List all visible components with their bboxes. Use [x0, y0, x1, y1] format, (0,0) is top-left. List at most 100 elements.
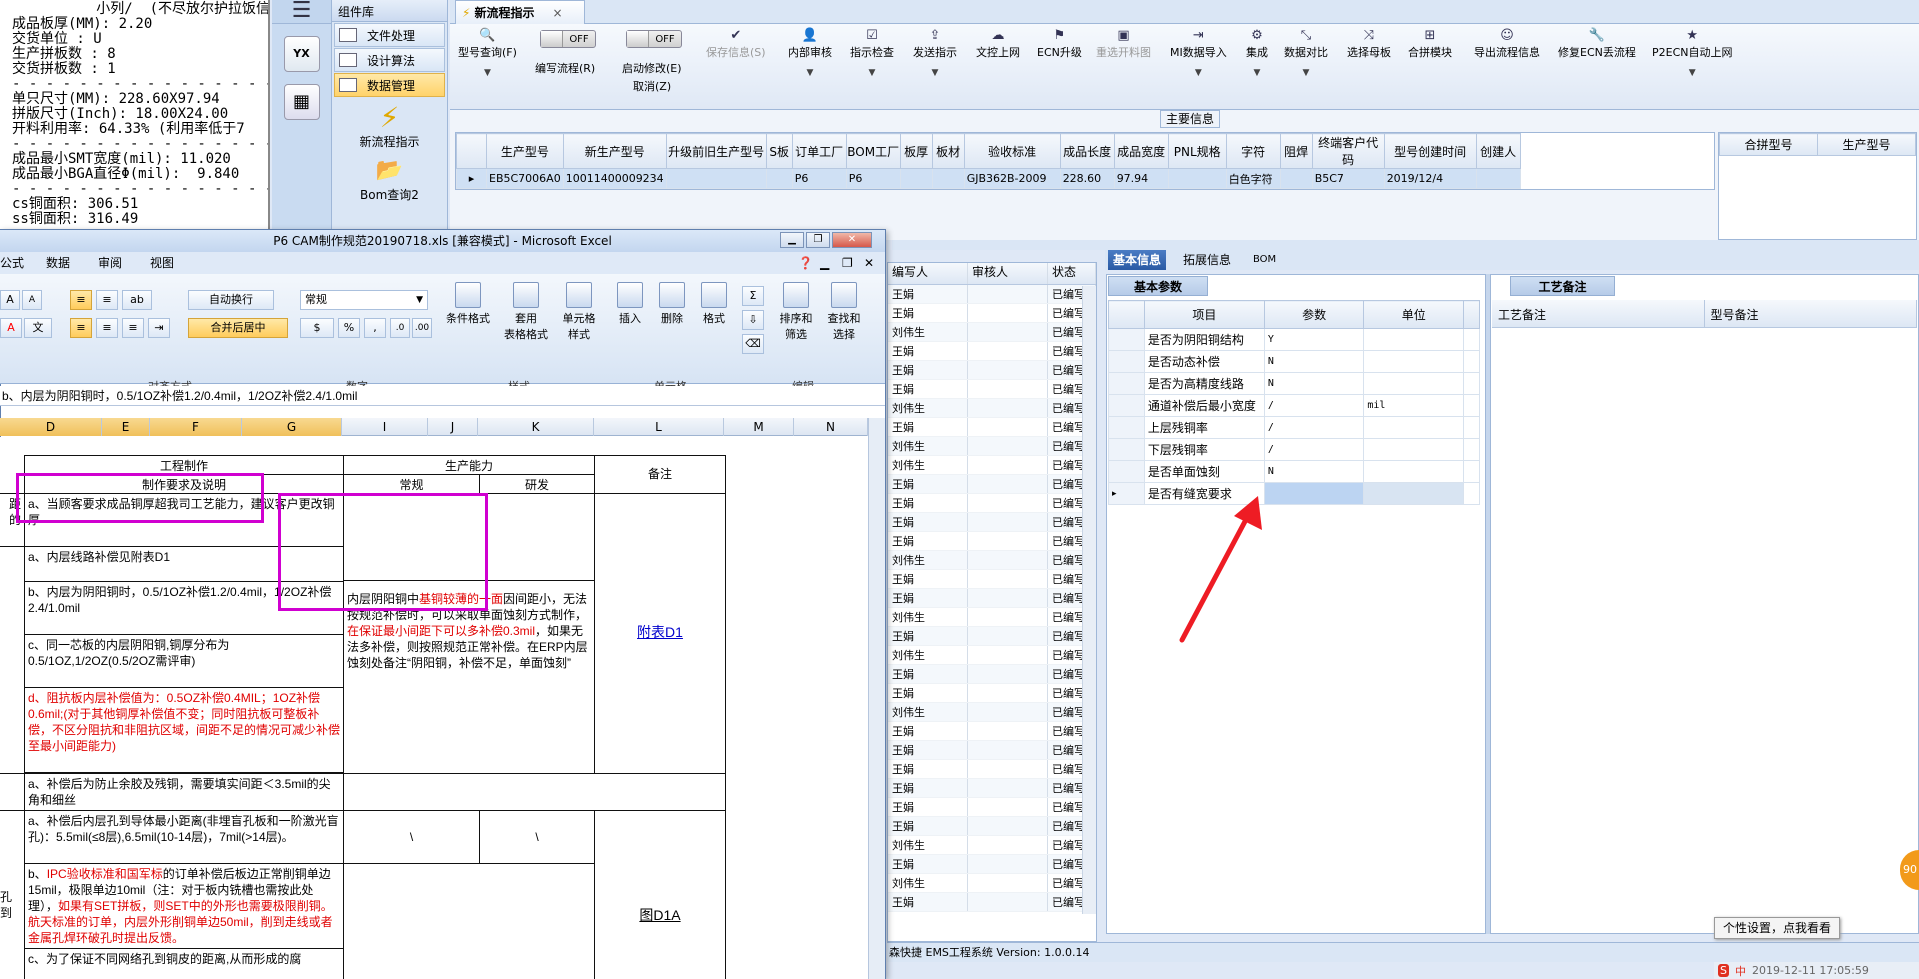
param-unit-cell[interactable]: mil — [1363, 394, 1465, 417]
list-item[interactable]: 王娟 已编写 — [888, 475, 1096, 494]
list-item[interactable]: 刘伟生 已编写 — [888, 608, 1096, 627]
tab-new-process[interactable]: ⚡ 新流程指示 × — [455, 0, 585, 24]
sort-filter-button[interactable]: 排序和 筛选 — [774, 282, 818, 342]
close-tab-icon[interactable]: × — [552, 6, 562, 20]
mi-data-import-button[interactable]: ⇥ MI数据导入 ▼ — [1170, 28, 1227, 78]
main-info-column-header[interactable]: 板厚 — [899, 133, 933, 169]
param-item-cell[interactable]: 是否为高精度线路 — [1143, 372, 1265, 395]
format-button[interactable]: 格式 — [694, 282, 734, 326]
calculator-icon[interactable]: ▦ — [283, 84, 320, 120]
cell-d2[interactable]: d、阻抗板内层补偿值为：0.5OZ补偿0.4MIL；1OZ补偿0.6mil;(对… — [24, 687, 344, 773]
table-row[interactable]: 上层残铜率 / — [1108, 416, 1480, 439]
main-info-column-header[interactable]: 升级前旧生产型号 — [665, 133, 767, 169]
main-info-cell[interactable]: P6 — [845, 168, 901, 189]
align-right-button[interactable]: ≡ — [122, 318, 144, 338]
close-icon[interactable]: ✕ — [832, 232, 872, 248]
main-info-cell[interactable] — [931, 168, 965, 189]
param-value-cell[interactable]: N — [1263, 460, 1365, 483]
table-row[interactable]: 是否动态补偿 N — [1108, 350, 1480, 373]
cell-a3-capacity[interactable] — [343, 773, 726, 811]
chevron-down-icon[interactable]: ▼ — [788, 68, 832, 78]
menu-design-algorithm[interactable]: 设计算法 — [334, 48, 445, 72]
table-format-button[interactable]: 套用 表格格式 — [500, 282, 552, 342]
formula-bar[interactable]: b、内层为阴阳铜时，0.5/1OZ补偿1.2/0.4mil，1/2OZ补偿2.4… — [0, 386, 885, 406]
fill-icon[interactable]: ⇩ — [742, 310, 764, 330]
list-item[interactable]: 王娟 已编写 — [888, 684, 1096, 703]
param-value-cell[interactable]: N — [1263, 372, 1365, 395]
export-process-info-button[interactable]: ☺ 导出流程信息 — [1474, 28, 1540, 60]
yx-tool-icon[interactable]: YX — [283, 36, 320, 72]
main-info-column-header[interactable]: 订单工厂 — [791, 133, 847, 169]
param-item-cell[interactable]: 是否单面蚀刻 — [1143, 460, 1265, 483]
chevron-down-icon[interactable]: ▼ — [850, 68, 894, 78]
list-item[interactable]: 王娟 已编写 — [888, 798, 1096, 817]
list-item[interactable]: 刘伟生 已编写 — [888, 646, 1096, 665]
send-instruction-button[interactable]: ⇪ 发送指示 ▼ — [913, 28, 957, 78]
main-info-column-header[interactable]: 阻焊 — [1279, 133, 1313, 169]
ribbon-minimize-icon[interactable]: ▁ — [820, 252, 829, 274]
column-m-header[interactable]: M — [724, 418, 794, 436]
indent-button[interactable]: ⇥ — [148, 318, 170, 338]
param-unit-cell[interactable] — [1363, 416, 1465, 439]
column-d-header[interactable]: D — [0, 418, 102, 436]
table-row[interactable]: 是否单面蚀刻 N — [1108, 460, 1480, 483]
column-j-header[interactable]: J — [428, 418, 478, 436]
list-item[interactable]: 王娟 已编写 — [888, 304, 1096, 323]
list-item[interactable]: 王娟 已编写 — [888, 342, 1096, 361]
main-info-cell[interactable]: EB5C7006A0 — [486, 168, 564, 189]
clear-icon[interactable]: ⌫ — [742, 334, 764, 354]
cell-c2[interactable]: c、同一芯板的内层阴阳铜,铜厚分布为0.5/1OZ,1/2OZ(0.5/2OZ需… — [24, 634, 344, 688]
table-row[interactable]: 是否为高精度线路 N — [1108, 372, 1480, 395]
param-unit-cell[interactable] — [1363, 460, 1465, 483]
data-compare-button[interactable]: ⤡ 数据对比 ▼ — [1284, 28, 1328, 78]
align-bottom-button[interactable]: ≡ — [96, 290, 118, 310]
font-shrink-button[interactable]: A — [22, 290, 42, 310]
main-info-cell[interactable]: 白色字符 — [1225, 168, 1281, 189]
menu-file-processing[interactable]: 文件处理 — [334, 23, 445, 47]
list-item[interactable]: 王娟 已编写 — [888, 494, 1096, 513]
param-value-cell[interactable] — [1263, 482, 1365, 505]
list-item[interactable]: 王娟 已编写 — [888, 855, 1096, 874]
main-info-cell[interactable]: GJB362B-2009 — [963, 168, 1061, 189]
font-grow-button[interactable]: A — [0, 290, 20, 310]
cell-a4-normal[interactable]: \ — [343, 810, 480, 864]
row-fragment-cell-2[interactable]: 孔到 — [0, 810, 25, 979]
list-item[interactable]: 刘伟生 已编写 — [888, 323, 1096, 342]
param-value-cell[interactable]: / — [1263, 394, 1365, 417]
integrate-button[interactable]: ⚙ 集成 ▼ — [1246, 28, 1268, 78]
list-item[interactable]: 王娟 已编写 — [888, 418, 1096, 437]
menu-formula[interactable]: 公式 — [0, 252, 24, 274]
main-info-column-header[interactable]: 创建人 — [1475, 133, 1521, 169]
cell-a4-rd[interactable]: \ — [479, 810, 595, 864]
table-row[interactable]: 下层残铜率 / — [1108, 438, 1480, 461]
list-item[interactable]: 王娟 已编写 — [888, 513, 1096, 532]
minimize-icon[interactable]: ▁ — [780, 232, 804, 248]
param-value-cell[interactable]: N — [1263, 350, 1365, 373]
header-rd[interactable]: 研发 — [479, 474, 595, 494]
main-info-column-header[interactable]: S板 — [765, 133, 793, 169]
menu-data-management[interactable]: 数据管理 — [334, 73, 445, 97]
list-item[interactable]: 王娟 已编写 — [888, 760, 1096, 779]
select-motherboard-button[interactable]: ⤨ 选择母板 — [1347, 28, 1391, 60]
cell-b4-capacity[interactable] — [343, 863, 595, 979]
comma-button[interactable]: , — [364, 318, 386, 338]
phonetic-icon[interactable]: 文 — [24, 318, 52, 338]
main-info-column-header[interactable]: PNL规格 — [1167, 133, 1227, 169]
chevron-down-icon[interactable]: ▼ — [1284, 68, 1328, 78]
param-item-cell[interactable]: 上层残铜率 — [1143, 416, 1265, 439]
list-item[interactable]: 王娟 已编写 — [888, 589, 1096, 608]
save-info-button[interactable]: ✔ 保存信息(S) — [706, 28, 766, 60]
column-e-header[interactable]: E — [102, 418, 150, 436]
excel-vertical-scrollbar[interactable] — [868, 418, 885, 979]
increase-decimal-button[interactable]: .0 — [390, 318, 410, 338]
cell-b4[interactable]: b、IPC验收标准和国军标的订单补偿后板边正常削铜单边15mil，极限单边10m… — [24, 863, 344, 949]
list-item[interactable]: 刘伟生 已编写 — [888, 437, 1096, 456]
ribbon-restore-icon[interactable]: ❐ — [842, 252, 853, 274]
list-item[interactable]: 王娟 已编写 — [888, 665, 1096, 684]
chevron-down-icon[interactable]: ▼ — [1170, 68, 1227, 78]
main-info-column-header[interactable]: 成品宽度 — [1113, 133, 1169, 169]
merge-module-button[interactable]: ⊞ 合拼模块 — [1408, 28, 1452, 60]
main-info-column-header[interactable]: 成品长度 — [1059, 133, 1115, 169]
list-item[interactable]: 王娟 已编写 — [888, 627, 1096, 646]
param-unit-cell[interactable] — [1363, 372, 1465, 395]
